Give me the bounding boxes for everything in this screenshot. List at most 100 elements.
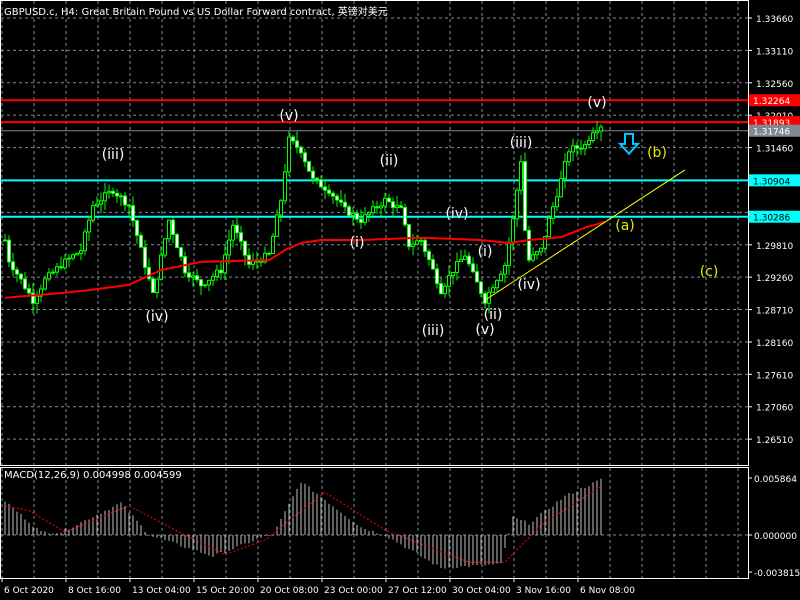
candle-body — [307, 161, 311, 172]
candle-body — [519, 161, 523, 191]
candle-body — [239, 232, 243, 242]
candle — [535, 250, 539, 260]
candle-body — [523, 161, 527, 231]
candle-body — [151, 278, 155, 293]
candle-body — [463, 255, 467, 260]
candle-body — [163, 238, 167, 256]
candle — [303, 148, 307, 168]
candle — [71, 253, 75, 261]
candle-body — [267, 252, 271, 255]
candle-body — [455, 260, 459, 273]
candle-body — [311, 170, 315, 179]
candle-body — [355, 212, 359, 220]
candle-body — [403, 206, 407, 226]
time-label: 8 Oct 16:00 — [68, 586, 121, 596]
candle — [347, 204, 351, 217]
candle — [399, 201, 403, 209]
candle-body — [159, 254, 163, 280]
candle — [239, 225, 243, 251]
time-label: 27 Oct 12:00 — [388, 586, 447, 596]
candle-body — [131, 205, 135, 222]
candle-body — [231, 224, 235, 241]
price-tick-label: 1.29260 — [756, 274, 793, 284]
candle-body — [211, 275, 215, 281]
candle-body — [515, 189, 519, 220]
candle — [175, 232, 179, 249]
candle-body — [243, 240, 247, 256]
candle-body — [527, 229, 531, 261]
candle-body — [135, 220, 139, 236]
candle-body — [327, 189, 331, 194]
candle — [291, 135, 295, 145]
candle — [103, 182, 107, 210]
level-price-label: 1.32264 — [753, 97, 790, 107]
candle-body — [419, 239, 423, 242]
candle — [471, 257, 475, 274]
candle — [443, 283, 447, 299]
candle — [179, 246, 183, 261]
candle — [307, 161, 311, 172]
candle — [15, 266, 19, 283]
candle-body — [27, 288, 31, 294]
candle — [39, 284, 43, 302]
candle — [363, 207, 367, 226]
candle — [67, 253, 71, 268]
candle — [331, 190, 335, 204]
candle — [355, 209, 359, 223]
candle-body — [535, 251, 539, 256]
price-tick-label: 1.27060 — [756, 404, 793, 414]
candle-body — [495, 280, 499, 289]
candle — [235, 215, 239, 239]
candle-body — [283, 171, 287, 202]
candle-body — [323, 186, 327, 191]
candle — [547, 215, 551, 238]
candle-body — [439, 283, 443, 295]
wave-label: (iv) — [445, 206, 469, 223]
candle-body — [551, 206, 555, 219]
candle-body — [343, 201, 347, 208]
candle — [295, 131, 299, 154]
down-arrow-icon — [617, 132, 641, 156]
wave-label: (ii) — [379, 153, 399, 170]
candle — [55, 262, 59, 276]
candle — [427, 249, 431, 266]
candle — [495, 279, 499, 292]
candle — [211, 272, 215, 287]
candle-body — [539, 247, 543, 253]
wave-label: (v) — [475, 321, 495, 338]
candle-body — [219, 269, 223, 274]
candle-body — [55, 266, 59, 273]
candle — [567, 148, 571, 166]
candle-body — [575, 145, 579, 149]
candle — [147, 258, 151, 282]
price-tick-label: 1.27610 — [756, 371, 793, 381]
level-price-label: 1.30286 — [753, 214, 790, 224]
candle-body — [15, 269, 19, 275]
price-tick-label: 1.31460 — [756, 145, 793, 155]
candle-body — [51, 271, 55, 274]
wave-label: (v) — [587, 95, 607, 112]
candle — [463, 249, 467, 261]
candle — [91, 200, 95, 224]
candle-body — [287, 136, 291, 173]
candle-body — [299, 146, 303, 154]
price-tick-label: 1.33660 — [756, 15, 793, 25]
price-chart[interactable]: 1.336601.331101.325601.320101.314601.298… — [0, 0, 800, 600]
price-tick-label: 1.32560 — [756, 80, 793, 90]
wave-label: (i) — [477, 243, 493, 260]
price-tick-label: 1.28160 — [756, 339, 793, 349]
time-label: 20 Oct 08:00 — [260, 586, 319, 596]
candle — [195, 268, 199, 283]
candle-body — [367, 212, 371, 216]
candle — [563, 153, 567, 189]
candle — [11, 252, 15, 276]
candle-body — [35, 295, 39, 304]
candle — [167, 219, 171, 243]
candle — [599, 124, 603, 142]
candle-body — [423, 239, 427, 252]
candle-body — [271, 235, 275, 255]
candle-body — [363, 214, 367, 223]
candle — [27, 283, 31, 295]
candle-body — [155, 278, 159, 293]
main-pane-border — [0, 0, 749, 466]
